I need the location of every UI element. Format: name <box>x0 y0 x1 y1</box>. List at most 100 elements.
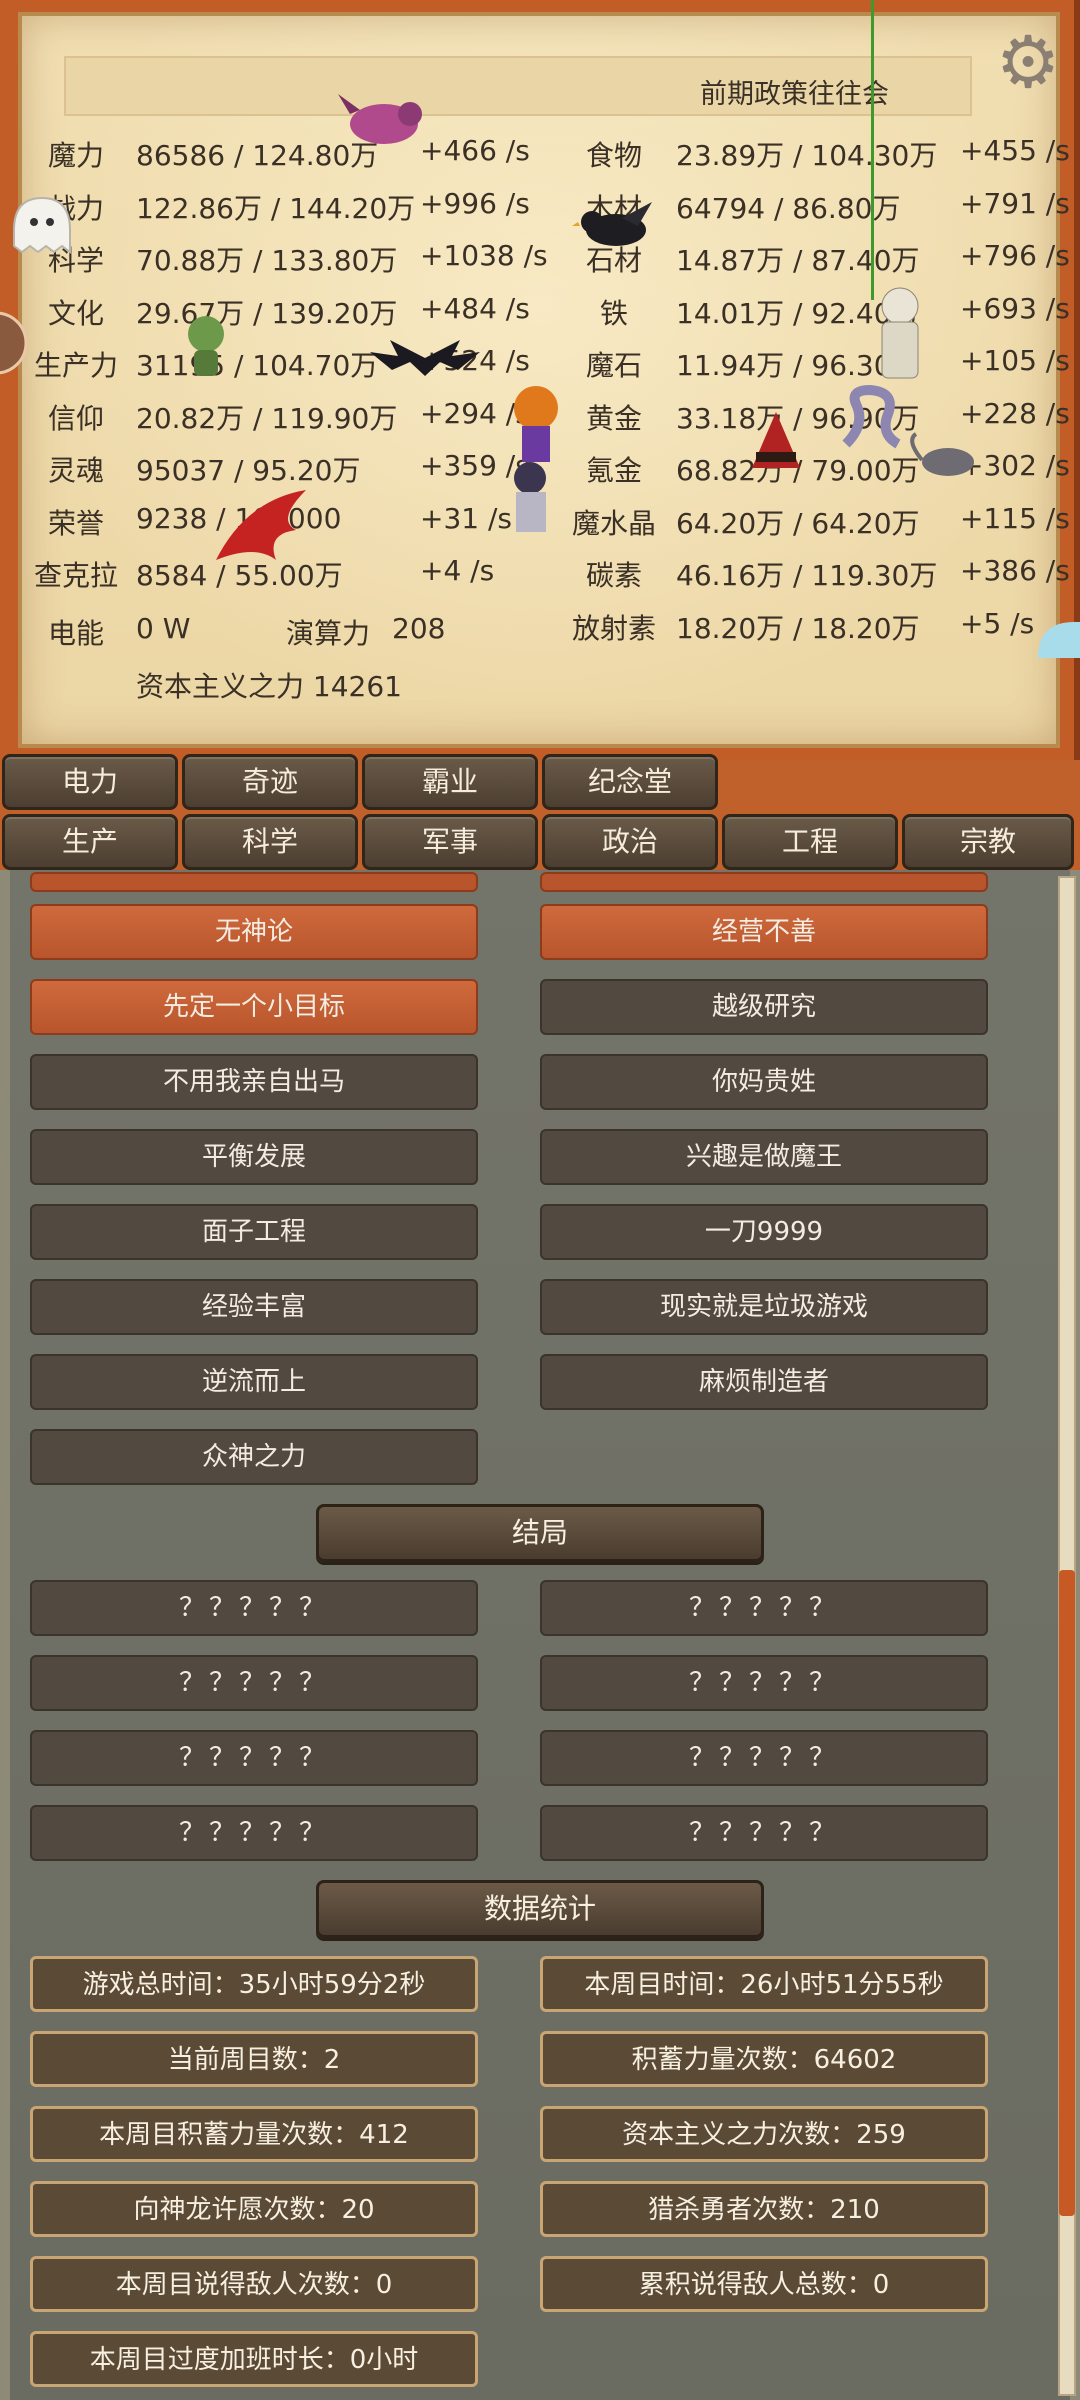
ending-slot[interactable]: ？？？？？ <box>540 1730 988 1786</box>
stat-rate: +796 /s <box>960 239 1070 272</box>
statistic-item: 猎杀勇者次数：210 <box>540 2181 988 2237</box>
policy-button[interactable]: 不用我亲自出马 <box>30 1054 478 1110</box>
stat-value: 14.87万 / 87.40万 <box>676 244 920 277</box>
mage-icon <box>752 412 800 468</box>
dragon-icon <box>338 94 422 144</box>
statistic-item: 本周目过度加班时长：0小时 <box>30 2331 478 2387</box>
stat-label: 魔水晶 <box>571 506 656 540</box>
policy-button[interactable]: 面子工程 <box>30 1204 478 1260</box>
tab-3[interactable]: 纪念堂 <box>542 754 718 810</box>
electric-label: 电能 <box>47 617 104 650</box>
policy-button[interactable]: 一刀9999 <box>540 1204 988 1260</box>
stat-rate: +693 /s <box>960 291 1070 325</box>
policy-button[interactable]: 平衡发展 <box>30 1129 478 1185</box>
policy-button[interactable]: 麻烦制造者 <box>540 1354 988 1410</box>
vine-rope <box>871 0 874 300</box>
stat-value: 122.86万 / 144.20万 <box>136 191 416 225</box>
stat-label: 魔力 <box>47 139 104 172</box>
ending-slot[interactable]: ？？？？？ <box>540 1805 988 1861</box>
policy-button[interactable]: 你妈贵姓 <box>540 1054 988 1110</box>
stat-label: 放射素 <box>571 611 656 645</box>
stat-rate: +5 /s <box>960 606 1035 640</box>
stat-label: 生产力 <box>33 349 118 382</box>
policy-cell-cutoff-right[interactable] <box>540 872 988 892</box>
policy-button[interactable]: 逆流而上 <box>30 1354 478 1410</box>
tab-2[interactable]: 霸业 <box>362 754 538 810</box>
tab-1[interactable]: 奇迹 <box>182 754 358 810</box>
statistic-item: 当前周目数：2 <box>30 2031 478 2087</box>
policy-button[interactable]: 越级研究 <box>540 979 988 1035</box>
ending-slot[interactable]: ？？？？？ <box>540 1655 988 1711</box>
serpent-icon <box>842 384 901 449</box>
endings-header[interactable]: 结局 <box>316 1504 764 1562</box>
stat-label: 铁 <box>599 296 628 330</box>
ending-slot[interactable]: ？？？？？ <box>30 1580 478 1636</box>
statistic-item: 资本主义之力次数：259 <box>540 2106 988 2162</box>
crow-icon <box>572 202 652 246</box>
statistic-item: 累积说得敌人总数：0 <box>540 2256 988 2312</box>
stat-label: 碳素 <box>585 559 642 592</box>
stat-label: 黄金 <box>585 401 642 435</box>
scrollbar-thumb[interactable] <box>1059 1570 1075 2216</box>
policy-ticker-text: 前期政策往往会 <box>700 79 889 110</box>
ending-slot[interactable]: ？？？？？ <box>540 1580 988 1636</box>
stat-label: 氪金 <box>585 454 642 487</box>
tab-1[interactable]: 科学 <box>182 814 358 870</box>
phoenix-icon <box>216 490 306 560</box>
policy-button[interactable]: 现实就是垃圾游戏 <box>540 1279 988 1335</box>
tab-0[interactable]: 电力 <box>2 754 178 810</box>
statistic-item: 向神龙许愿次数：20 <box>30 2181 478 2237</box>
stat-value: 18.20万 / 18.20万 <box>676 611 920 645</box>
stat-label: 文化 <box>47 296 104 330</box>
stat-value: 29.67万 / 139.20万 <box>136 296 398 330</box>
stat-rate: +386 /s <box>960 554 1070 587</box>
tab-4[interactable]: 工程 <box>722 814 898 870</box>
slime-icon <box>1038 622 1080 658</box>
stat-label: 魔石 <box>585 349 642 382</box>
stat-label: 食物 <box>585 139 642 172</box>
ending-slot[interactable]: ？？？？？ <box>30 1730 478 1786</box>
policy-button[interactable]: 先定一个小目标 <box>30 979 478 1035</box>
stat-label: 荣誉 <box>47 506 104 540</box>
stat-value: 31195 / 104.70万 <box>136 349 379 382</box>
stat-rate: +1038 /s <box>420 239 548 272</box>
policy-button[interactable]: 兴趣是做魔王 <box>540 1129 988 1185</box>
capitalism-power: 资本主义之力 14261 <box>136 670 402 703</box>
ending-slot[interactable]: ？？？？？ <box>30 1655 478 1711</box>
policy-button[interactable]: 无神论 <box>30 904 478 960</box>
stat-value: 23.89万 / 104.30万 <box>676 139 938 172</box>
policy-button[interactable]: 经验丰富 <box>30 1279 478 1335</box>
statistic-item: 本周目说得敌人次数：0 <box>30 2256 478 2312</box>
stat-rate: +484 /s <box>420 291 530 325</box>
electric-value: 0 W <box>136 612 191 645</box>
policy-button[interactable]: 众神之力 <box>30 1429 478 1485</box>
stat-rate: +455 /s <box>960 134 1070 167</box>
hero-icon <box>514 386 558 532</box>
tab-5[interactable]: 宗教 <box>902 814 1074 870</box>
ending-slot[interactable]: ？？？？？ <box>30 1805 478 1861</box>
policy-button[interactable]: 经营不善 <box>540 904 988 960</box>
stat-value: 64794 / 86.80万 <box>676 191 901 225</box>
statistic-item: 积蓄力量次数：64602 <box>540 2031 988 2087</box>
statistics-header[interactable]: 数据统计 <box>316 1880 764 1938</box>
rat-icon <box>910 432 974 476</box>
statistic-item: 本周目时间：26小时51分55秒 <box>540 1956 988 2012</box>
stat-value: 46.16万 / 119.30万 <box>676 559 938 592</box>
compute-value: 208 <box>392 612 446 645</box>
statistic-item: 游戏总时间：35小时59分2秒 <box>30 1956 478 2012</box>
stat-rate: +228 /s <box>960 396 1070 430</box>
side-badge-icon <box>0 311 28 375</box>
goblin-icon <box>188 316 224 376</box>
gear-icon[interactable]: ⚙ <box>992 26 1064 98</box>
tab-3[interactable]: 政治 <box>542 814 718 870</box>
policy-cell-cutoff-left[interactable] <box>30 872 478 892</box>
stat-rate: +466 /s <box>420 134 530 167</box>
stat-rate: +996 /s <box>420 186 530 220</box>
stat-value: 95037 / 95.20万 <box>136 454 361 487</box>
stat-label: 信仰 <box>47 401 104 435</box>
tab-2[interactable]: 军事 <box>362 814 538 870</box>
stat-label: 灵魂 <box>47 454 104 487</box>
stat-label: 查克拉 <box>33 559 118 592</box>
tab-0[interactable]: 生产 <box>2 814 178 870</box>
ghost-icon <box>13 196 71 254</box>
